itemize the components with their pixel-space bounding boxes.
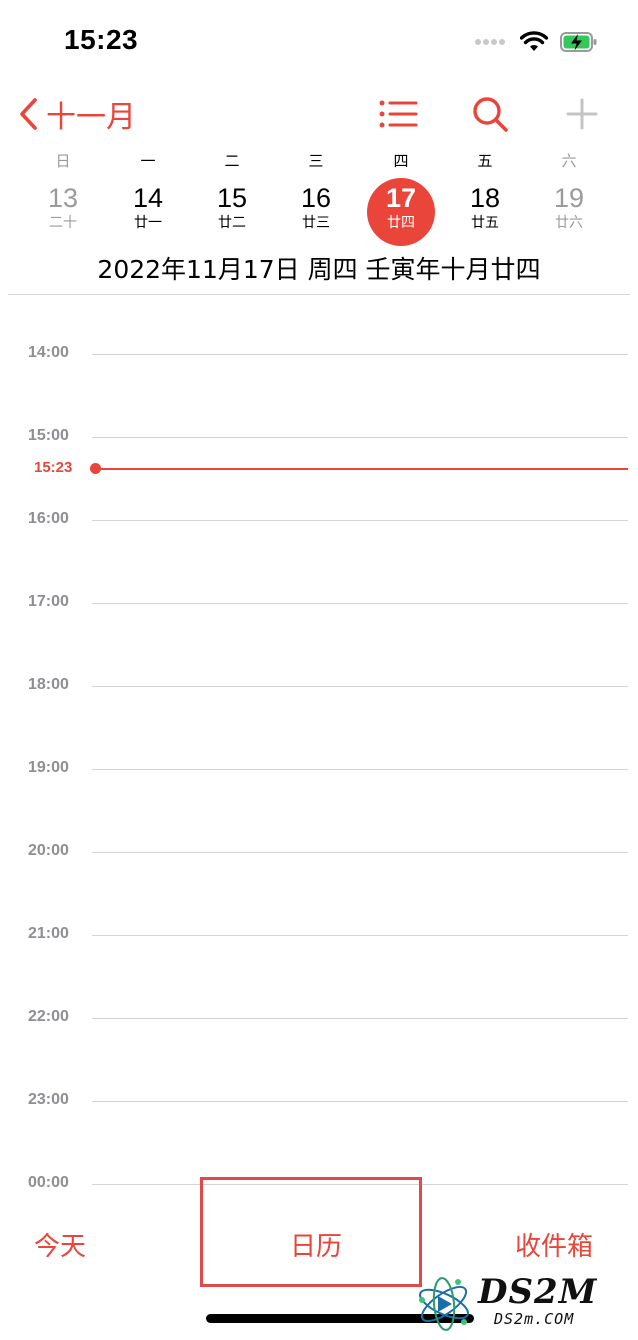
header-divider (8, 294, 630, 295)
date-number: 17 (385, 183, 417, 213)
selected-date-header: 2022年11月17日 周四 壬寅年十月廿四 (97, 255, 541, 284)
lunar-date: 二十 (49, 215, 77, 231)
lunar-date: 廿一 (134, 215, 162, 231)
hour-row: 15:00 (0, 427, 638, 444)
hour-row: 14:00 (0, 344, 638, 361)
hour-row: 16:00 (0, 510, 638, 527)
calendars-button[interactable]: 日历 (290, 1226, 342, 1263)
hour-gridline (92, 1101, 628, 1102)
weekday-label: 二 (224, 152, 240, 170)
inbox-button[interactable]: 收件箱 (515, 1226, 593, 1263)
hour-label: 14:00 (28, 344, 69, 361)
hour-label: 00:00 (28, 1174, 69, 1191)
hour-gridline (92, 437, 628, 438)
date-cell-16[interactable]: 16 廿三 (282, 178, 350, 246)
weekday-label: 四 (393, 152, 409, 170)
hour-gridline (92, 603, 628, 604)
status-time: 15:23 (64, 24, 139, 55)
cellular-signal-icon (475, 39, 505, 45)
battery-charging-icon (560, 32, 597, 52)
atom-logo-icon (419, 1277, 469, 1331)
hour-row: 17:00 (0, 593, 638, 610)
hour-label: 20:00 (28, 842, 69, 859)
hour-gridline (92, 935, 628, 936)
lunar-date: 廿六 (555, 215, 583, 231)
current-time-label: 15:23 (34, 459, 73, 476)
hour-gridline (92, 852, 628, 853)
plus-icon (566, 98, 598, 130)
hour-label: 17:00 (28, 593, 69, 610)
hour-gridline (92, 1018, 628, 1019)
date-cell-13[interactable]: 13 二十 (29, 178, 97, 246)
watermark-logo-text: DS2M (478, 1272, 598, 1312)
add-event-button[interactable] (560, 92, 604, 136)
back-label: 十一月 (46, 100, 136, 135)
hour-gridline (92, 354, 628, 355)
date-number: 19 (553, 183, 585, 213)
list-icon (379, 100, 418, 128)
hour-gridline (92, 520, 628, 521)
date-cell-17-selected[interactable]: 17 廿四 (367, 178, 435, 246)
hour-label: 22:00 (28, 1008, 69, 1025)
weekday-label: 六 (561, 152, 577, 170)
date-cell-18[interactable]: 18 廿五 (451, 178, 519, 246)
status-bar: 15:23 (0, 0, 638, 84)
hour-row: 21:00 (0, 925, 638, 942)
search-button[interactable] (468, 92, 512, 136)
weekday-label: 三 (308, 152, 324, 170)
date-cell-19[interactable]: 19 廿六 (535, 178, 603, 246)
lunar-date: 廿四 (387, 215, 415, 231)
wifi-icon (520, 31, 548, 51)
hour-gridline (92, 686, 628, 687)
hour-label: 19:00 (28, 759, 69, 776)
back-to-month-button[interactable]: 十一月 (18, 94, 136, 135)
watermark-site-text: DS2m.COM (494, 1310, 575, 1328)
hour-row: 19:00 (0, 759, 638, 776)
watermark: DS2M DS2m.COM (412, 1272, 632, 1334)
hour-label: 18:00 (28, 676, 69, 693)
hour-row: 20:00 (0, 842, 638, 859)
weekday-label: 日 (55, 152, 71, 170)
weekday-label: 一 (140, 152, 156, 170)
hour-label: 16:00 (28, 510, 69, 527)
hour-gridline (92, 769, 628, 770)
lunar-date: 廿二 (218, 215, 246, 231)
current-time-indicator: 15:23 (0, 459, 638, 476)
weekday-header-row: 日 一 二 三 四 五 六 (0, 150, 638, 174)
day-timeline[interactable]: 14:00 15:00 15:23 16:00 17:00 18:00 19:0… (0, 300, 638, 1191)
current-time-line (96, 468, 628, 470)
list-view-button[interactable] (376, 92, 420, 136)
date-number: 14 (132, 183, 164, 213)
date-number: 18 (469, 183, 501, 213)
hour-row: 22:00 (0, 1008, 638, 1025)
lunar-date: 廿三 (302, 215, 330, 231)
navigation-bar: 十一月 (0, 84, 638, 140)
date-number: 16 (300, 183, 332, 213)
hour-row: 18:00 (0, 676, 638, 693)
hour-label: 21:00 (28, 925, 69, 942)
date-number: 15 (216, 183, 248, 213)
hour-row: 23:00 (0, 1091, 638, 1108)
lunar-date: 廿五 (471, 215, 499, 231)
date-number: 13 (47, 183, 79, 213)
date-cell-14[interactable]: 14 廿一 (114, 178, 182, 246)
chevron-left-icon (20, 98, 37, 130)
search-icon (473, 97, 508, 132)
hour-label: 15:00 (28, 427, 69, 444)
status-icons (474, 28, 598, 56)
hour-label: 23:00 (28, 1091, 69, 1108)
date-cell-15[interactable]: 15 廿二 (198, 178, 266, 246)
weekday-label: 五 (477, 152, 493, 170)
today-button[interactable]: 今天 (34, 1226, 86, 1263)
